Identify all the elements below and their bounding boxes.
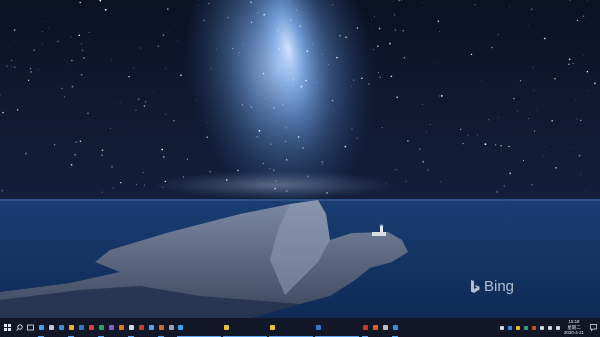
taskbar-app-1[interactable] xyxy=(36,318,46,337)
tray-app-2-icon xyxy=(516,325,520,330)
tray-tray-app-4[interactable] xyxy=(530,318,538,337)
taskbar-app-15[interactable] xyxy=(360,318,370,337)
taskbar-app-8[interactable] xyxy=(106,318,116,337)
windows-start-icon xyxy=(3,324,11,331)
tray-app-3-icon xyxy=(524,325,528,330)
taskbar-app-10[interactable] xyxy=(126,318,136,337)
app-4-icon xyxy=(68,325,74,330)
task-view-icon xyxy=(27,324,34,331)
app-15-icon xyxy=(362,325,368,330)
app-11-icon xyxy=(138,325,144,330)
taskbar-window-2[interactable] xyxy=(222,318,268,337)
taskbar-app-3[interactable] xyxy=(56,318,66,337)
window-3-icon xyxy=(270,325,275,330)
task-view-button[interactable] xyxy=(25,318,36,337)
search-button[interactable] xyxy=(14,318,25,337)
app-16-icon xyxy=(372,325,378,330)
taskbar-app-13[interactable] xyxy=(156,318,166,337)
notification-center-button[interactable] xyxy=(589,318,598,337)
window-1-icon xyxy=(178,325,183,330)
taskbar-window-1[interactable] xyxy=(176,318,222,337)
taskbar-app-16[interactable] xyxy=(370,318,380,337)
volume-icon xyxy=(548,325,552,330)
tray-app-1-icon xyxy=(508,325,512,330)
app-5-icon xyxy=(78,325,84,330)
app-3-icon xyxy=(58,325,64,330)
app-13-icon xyxy=(158,325,164,330)
app-6-icon xyxy=(88,325,94,330)
app-9-icon xyxy=(118,325,124,330)
taskbar-app-2[interactable] xyxy=(46,318,56,337)
app-1-icon xyxy=(38,325,44,330)
app-12-icon xyxy=(148,325,154,330)
system-tray xyxy=(498,318,562,337)
app-10-icon xyxy=(128,325,134,330)
tray-tray-app-3[interactable] xyxy=(522,318,530,337)
tray-volume[interactable] xyxy=(546,318,554,337)
app-17-icon xyxy=(382,325,388,330)
bing-watermark-text: Bing xyxy=(484,278,515,295)
taskbar-window-4[interactable] xyxy=(314,318,360,337)
bing-watermark: Bing xyxy=(470,278,514,295)
app-2-icon xyxy=(48,325,54,330)
taskbar-app-17[interactable] xyxy=(380,318,390,337)
taskbar-app-6[interactable] xyxy=(86,318,96,337)
taskbar-app-4[interactable] xyxy=(66,318,76,337)
network-icon xyxy=(540,325,544,330)
start-button[interactable] xyxy=(0,318,14,337)
taskbar-app-9[interactable] xyxy=(116,318,126,337)
window-4-icon xyxy=(316,325,321,330)
tray-tray-app-1[interactable] xyxy=(506,318,514,337)
wallpaper-image xyxy=(0,0,600,318)
app-7-icon xyxy=(98,325,104,330)
ime-icon xyxy=(556,325,560,330)
taskbar-app-12[interactable] xyxy=(146,318,156,337)
app-14-icon xyxy=(168,325,174,330)
window-2-icon xyxy=(224,325,229,330)
clock-date: 2020-4-21 xyxy=(563,330,585,336)
tray-app-4-icon xyxy=(532,325,536,330)
app-8-icon xyxy=(108,325,114,330)
taskbar: 15:18 星期二 2020-4-21 xyxy=(0,318,600,337)
taskbar-app-7[interactable] xyxy=(96,318,106,337)
taskbar-window-3[interactable] xyxy=(268,318,314,337)
notification-icon xyxy=(590,324,597,331)
taskbar-app-5[interactable] xyxy=(76,318,86,337)
taskbar-app-11[interactable] xyxy=(136,318,146,337)
chevron-up-icon xyxy=(500,325,504,330)
tray-network[interactable] xyxy=(538,318,546,337)
clock[interactable]: 15:18 星期二 2020-4-21 xyxy=(561,319,587,336)
taskbar-app-14[interactable] xyxy=(166,318,176,337)
bing-logo-icon xyxy=(471,279,480,293)
search-icon xyxy=(16,324,23,331)
desktop: Bing xyxy=(0,0,600,318)
tray-tray-app-2[interactable] xyxy=(514,318,522,337)
tray-chevron-up[interactable] xyxy=(498,318,506,337)
taskbar-app-18[interactable] xyxy=(390,318,400,337)
app-18-icon xyxy=(392,325,398,330)
